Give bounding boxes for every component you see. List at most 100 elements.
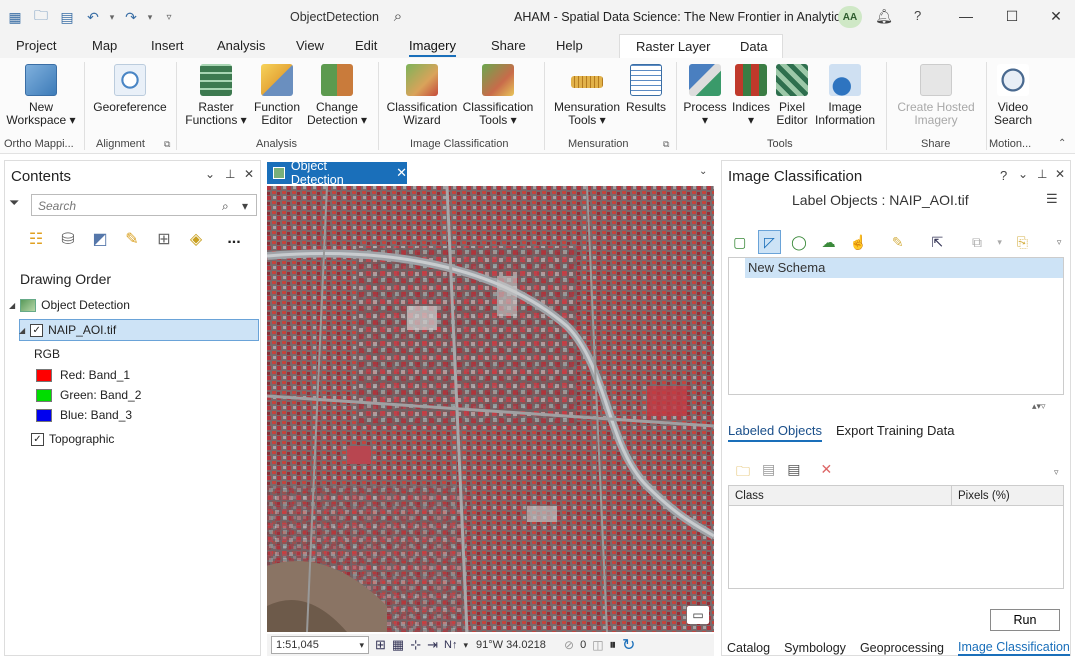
tab-symbology[interactable]: Symbology: [784, 641, 846, 655]
save-icon[interactable]: ▤: [56, 8, 78, 26]
units-dropdown-icon[interactable]: ▾: [463, 640, 468, 651]
save-icon[interactable]: ▤: [762, 461, 775, 485]
undo-dropdown-icon[interactable]: ▾: [108, 8, 116, 26]
tab-analysis[interactable]: Analysis: [217, 38, 265, 53]
tab-imagery[interactable]: Imagery: [409, 38, 456, 57]
customize-qat-icon[interactable]: ▿: [158, 8, 180, 26]
snapping-icon[interactable]: ⊹: [410, 637, 421, 653]
process-button[interactable]: Process ▾: [682, 64, 728, 127]
tab-labeled-objects[interactable]: Labeled Objects: [728, 423, 822, 442]
close-button[interactable]: ✕: [1042, 6, 1070, 26]
app-icon[interactable]: ▦: [4, 8, 26, 26]
tab-insert[interactable]: Insert: [151, 38, 184, 53]
change-detection-button[interactable]: Change Detection ▾: [306, 64, 368, 127]
scale-dropdown-icon[interactable]: ▾: [359, 640, 364, 651]
dialog-launcher-icon[interactable]: ⧉: [164, 139, 170, 150]
save-as-icon[interactable]: ▤: [787, 461, 800, 485]
classification-tools-button[interactable]: Classification Tools ▾: [460, 64, 536, 127]
tab-export-training-data[interactable]: Export Training Data: [836, 423, 955, 442]
tab-image-classification[interactable]: Image Classification: [958, 639, 1070, 656]
edit-tool-icon[interactable]: ✎: [886, 230, 910, 254]
pane-help-button[interactable]: ?: [1000, 168, 1007, 183]
freehand-tool-icon[interactable]: ☁: [817, 230, 841, 254]
tab-help[interactable]: Help: [556, 38, 583, 53]
collapse-caret-icon[interactable]: ◢: [19, 326, 25, 335]
toolbar-overflow-icon[interactable]: ▿: [1054, 467, 1059, 478]
help-button[interactable]: ?: [914, 8, 921, 23]
view-list-chevron-icon[interactable]: ⌄: [699, 166, 707, 177]
open-folder-icon[interactable]: 🗀: [736, 461, 750, 485]
map-canvas[interactable]: ▭: [267, 186, 714, 632]
save-schema-icon[interactable]: ⎘: [1011, 230, 1035, 254]
map-view-tab[interactable]: Object Detection ✕: [267, 159, 407, 187]
pixel-editor-button[interactable]: Pixel Editor: [772, 64, 812, 127]
create-hosted-imagery-button[interactable]: Create Hosted Imagery: [892, 64, 980, 127]
map-tree-node[interactable]: ◢ Object Detection: [9, 298, 130, 312]
schema-tool-icon[interactable]: ⧉: [965, 230, 989, 254]
toolbar-overflow-icon[interactable]: ▿: [1054, 230, 1064, 254]
tab-edit[interactable]: Edit: [355, 38, 377, 53]
list-by-editing-icon[interactable]: ✎: [119, 226, 145, 252]
tab-raster-layer[interactable]: Raster Layer: [636, 39, 710, 54]
collapse-caret-icon[interactable]: ◢: [9, 301, 15, 310]
run-button[interactable]: Run: [990, 609, 1060, 631]
map-controls-icon[interactable]: ▭: [687, 606, 709, 624]
circle-tool-icon[interactable]: ◯: [787, 230, 811, 254]
rotation-icon[interactable]: ⊘: [564, 638, 574, 652]
image-information-button[interactable]: Image Information: [812, 64, 878, 127]
column-pixels[interactable]: Pixels (%): [958, 490, 1010, 502]
navigator-icon[interactable]: ⇥: [427, 637, 438, 653]
redo-icon[interactable]: ↷: [120, 8, 142, 26]
close-pane-icon[interactable]: ✕: [1055, 167, 1065, 181]
new-workspace-button[interactable]: New Workspace ▾: [6, 64, 76, 127]
basemap-tree-node[interactable]: ✓ Topographic: [31, 432, 114, 446]
list-by-labeling-icon[interactable]: ◈: [183, 226, 209, 252]
layer-tree-node[interactable]: ◢ ✓ NAIP_AOI.tif: [19, 323, 116, 337]
splitter-arrows-icon[interactable]: ▴▾▿: [1032, 401, 1046, 412]
tab-catalog[interactable]: Catalog: [727, 641, 770, 655]
tab-data[interactable]: Data: [740, 39, 767, 54]
dialog-launcher-icon[interactable]: ⧉: [663, 139, 669, 150]
maximize-button[interactable]: ☐: [998, 6, 1026, 26]
pin-icon[interactable]: ⊥: [1037, 167, 1047, 181]
tab-project[interactable]: Project: [16, 38, 56, 53]
column-class[interactable]: Class: [735, 490, 764, 502]
undo-icon[interactable]: ↶: [82, 8, 104, 26]
pane-options-chevron-icon[interactable]: ⌄: [1018, 167, 1028, 181]
schema-dropdown-icon[interactable]: ▾: [995, 230, 1005, 254]
close-tab-icon[interactable]: ✕: [396, 165, 407, 181]
open-folder-icon[interactable]: 🗀: [30, 7, 52, 26]
pin-icon[interactable]: ⊥: [225, 167, 235, 181]
layer-visibility-checkbox[interactable]: ✓: [30, 323, 44, 337]
list-by-source-icon[interactable]: ⛁: [55, 226, 81, 252]
menu-icon[interactable]: ☰: [1046, 191, 1058, 207]
raster-functions-button[interactable]: Raster Functions ▾: [184, 64, 248, 127]
search-options-icon[interactable]: ▾: [242, 199, 248, 213]
auto-detect-tool-icon[interactable]: ☝: [846, 230, 870, 254]
video-search-button[interactable]: Video Search: [990, 64, 1036, 127]
filter-icon[interactable]: ⏷: [9, 195, 19, 211]
pane-options-chevron-icon[interactable]: ⌄: [205, 167, 215, 181]
results-button[interactable]: Results: [624, 64, 668, 114]
mensuration-tools-button[interactable]: Mensuration Tools ▾: [550, 64, 624, 127]
search-icon[interactable]: ⌕: [388, 6, 408, 26]
tab-view[interactable]: View: [296, 38, 324, 53]
search-icon[interactable]: ⌕: [222, 199, 229, 214]
scale-selector[interactable]: 1:51,045 ▾: [271, 636, 369, 654]
minimize-button[interactable]: —: [952, 6, 980, 26]
contents-search-input[interactable]: Search ⌕ ▾: [31, 194, 257, 216]
list-by-snapping-icon[interactable]: ⊞: [151, 226, 177, 252]
classification-wizard-button[interactable]: Classification Wizard: [384, 64, 460, 127]
notification-bell-icon[interactable]: 🔔︎: [874, 6, 894, 26]
rectangle-tool-icon[interactable]: ▢: [728, 230, 752, 254]
north-arrow-icon[interactable]: N↑: [444, 639, 457, 651]
pause-drawing-icon[interactable]: ⏸: [610, 637, 617, 653]
tab-share[interactable]: Share: [491, 38, 526, 53]
list-by-drawing-order-icon[interactable]: ☷: [23, 226, 49, 252]
georeference-button[interactable]: Georeference: [92, 64, 168, 114]
select-tool-icon[interactable]: ⇱: [926, 230, 950, 254]
redo-dropdown-icon[interactable]: ▾: [146, 8, 154, 26]
list-by-selection-icon[interactable]: ◩: [87, 226, 113, 252]
indices-button[interactable]: Indices ▾: [730, 64, 772, 127]
tab-geoprocessing[interactable]: Geoprocessing: [860, 641, 944, 655]
